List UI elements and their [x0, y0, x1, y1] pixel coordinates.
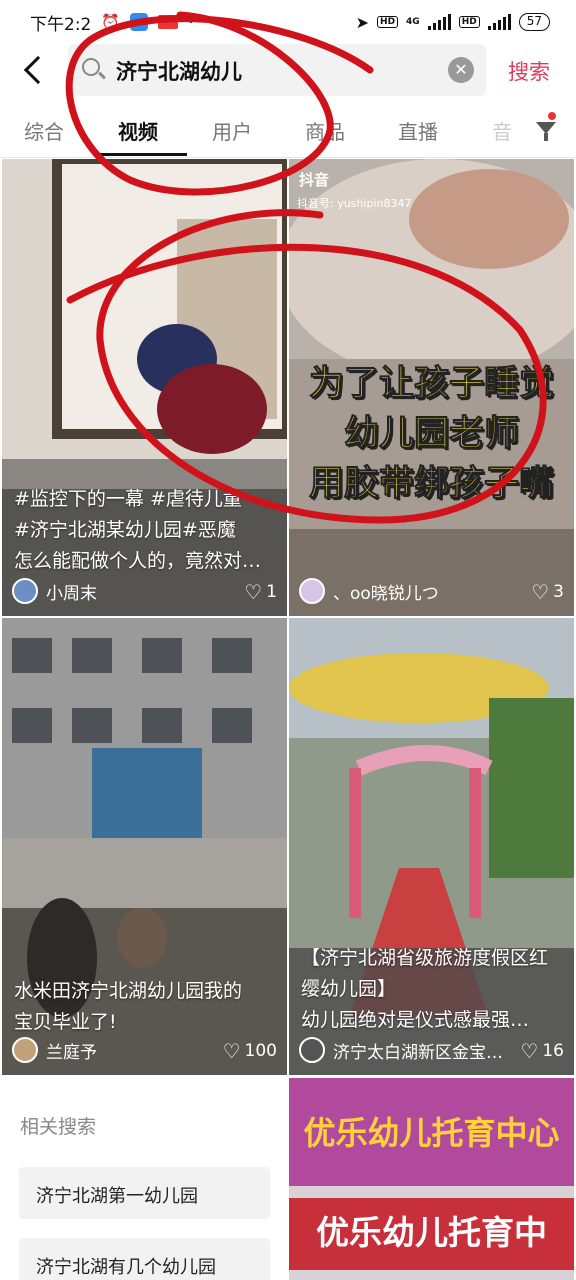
caption-line: 幼儿园绝对是仪式感最强…	[301, 1009, 530, 1031]
author[interactable]: 济宁太白湖新区金宝…	[299, 1037, 503, 1063]
avatar	[12, 1037, 38, 1063]
status-time: 下午2:2	[30, 14, 92, 35]
tab-general[interactable]: 综合	[24, 116, 64, 145]
related-search-item[interactable]: 济宁北湖有几个幼儿园	[19, 1238, 270, 1280]
author-name: 小周末	[46, 583, 97, 604]
platform-logo: 抖音	[299, 171, 330, 189]
filter-notification-dot	[548, 112, 556, 120]
search-query-text: 济宁北湖幼儿	[116, 60, 242, 84]
related-search-title: 相关搜索	[20, 1116, 97, 1138]
dot-icon: •	[188, 16, 194, 28]
avatar	[299, 1037, 325, 1063]
video-card[interactable]: #监控下的一幕 #虐待儿童 #济宁北湖某幼儿园#恶魔 怎么能配做个人的，竟然对……	[2, 159, 287, 616]
divider	[0, 157, 576, 158]
author[interactable]: 、oo晓锐儿つ	[299, 578, 439, 604]
overlay-title-line: 优乐幼儿托育中	[316, 1213, 547, 1252]
likes: ♡ 100	[223, 1039, 277, 1063]
app-notification-icon-2	[158, 15, 179, 29]
network-label: 4G	[406, 17, 420, 27]
heart-icon: ♡	[244, 580, 263, 604]
caption-line: 缨幼儿园】	[301, 978, 397, 1000]
location-icon: ➤	[355, 12, 370, 32]
like-count: 16	[542, 1041, 564, 1061]
video-card[interactable]: 抖音 抖音号: yushipin8347 为了让孩子睡觉 幼儿园老师 用胶带绑孩…	[289, 159, 574, 616]
tab-active-indicator	[93, 153, 187, 156]
status-bar: 下午2:2 ⏰ • ➤ HD 4G HD 57	[0, 0, 576, 44]
search-input[interactable]: 济宁北湖幼儿 ✕	[68, 44, 486, 96]
search-row: 济宁北湖幼儿 ✕ 搜索	[0, 44, 576, 96]
caption-line: 水米田济宁北湖幼儿园我的	[14, 980, 243, 1002]
likes: ♡ 16	[520, 1039, 564, 1063]
video-caption: #监控下的一幕 #虐待儿童 #济宁北湖某幼儿园#恶魔 怎么能配做个人的，竟然对…	[14, 484, 277, 577]
tab-live[interactable]: 直播	[398, 116, 438, 145]
author[interactable]: 小周末	[12, 578, 97, 604]
battery-indicator: 57	[518, 13, 550, 31]
author-name: 济宁太白湖新区金宝…	[333, 1042, 503, 1063]
author-name: 、oo晓锐儿つ	[333, 583, 439, 604]
search-button[interactable]: 搜索	[508, 56, 550, 86]
overlay-title-line: 为了让孩子睡觉	[308, 364, 554, 405]
back-arrow-icon[interactable]	[20, 52, 52, 88]
overlay-title-line: 用胶带绑孩子嘴	[308, 464, 554, 505]
video-caption: 水米田济宁北湖幼儿园我的 宝贝毕业了!	[14, 976, 277, 1038]
like-count: 100	[244, 1041, 277, 1061]
filter-icon[interactable]	[536, 120, 558, 142]
caption-line: #济宁北湖某幼儿园#恶魔	[14, 519, 236, 541]
overlay-title-line: 幼儿园老师	[343, 414, 519, 455]
tab-user[interactable]: 用户	[212, 116, 252, 145]
tab-products[interactable]: 商品	[305, 116, 345, 145]
author-name: 兰庭予	[46, 1042, 97, 1063]
likes: ♡ 1	[244, 580, 277, 604]
search-icon	[82, 58, 100, 76]
caption-line: 宝贝毕业了!	[14, 1011, 117, 1033]
caption-line: 【济宁北湖省级旅游度假区红	[301, 947, 549, 969]
signal-icon	[427, 14, 451, 30]
like-count: 3	[553, 582, 564, 602]
alarm-icon: ⏰	[101, 13, 121, 31]
heart-icon: ♡	[520, 1039, 539, 1063]
clear-icon[interactable]: ✕	[448, 57, 474, 83]
video-card[interactable]: 水米田济宁北湖幼儿园我的 宝贝毕业了! 兰庭予 ♡ 100	[2, 618, 287, 1075]
related-search: 相关搜索 济宁北湖第一幼儿园 济宁北湖有几个幼儿园	[0, 1076, 288, 1280]
video-card[interactable]: 【济宁北湖省级旅游度假区红 缨幼儿园】 幼儿园绝对是仪式感最强… 济宁太白湖新区…	[289, 618, 574, 1075]
heart-icon: ♡	[222, 1039, 241, 1063]
avatar	[299, 578, 325, 604]
avatar	[12, 578, 38, 604]
app-notification-icon	[130, 13, 149, 31]
tab-video[interactable]: 视频	[118, 116, 158, 145]
author[interactable]: 兰庭予	[12, 1037, 97, 1063]
caption-line: #监控下的一幕 #虐待儿童	[14, 488, 242, 510]
like-count: 1	[266, 582, 277, 602]
likes: ♡ 3	[531, 580, 564, 604]
heart-icon: ♡	[531, 580, 550, 604]
related-search-item[interactable]: 济宁北湖第一幼儿园	[19, 1167, 270, 1219]
hd-badge: HD	[377, 16, 399, 28]
tab-bar: 综合 视频 用户 商品 直播 音	[0, 108, 576, 156]
caption-line: 怎么能配做个人的，竟然对…	[14, 550, 262, 572]
overlay-title-line: 优乐幼儿托育中心	[303, 1114, 560, 1152]
signal-icon-2	[487, 14, 511, 30]
platform-id: 抖音号: yushipin8347	[297, 197, 412, 210]
tab-music[interactable]: 音	[492, 116, 512, 145]
hd-badge-2: HD	[458, 16, 480, 28]
video-card[interactable]: 优乐幼儿托育中心 优乐幼儿托育中	[289, 1078, 574, 1280]
video-caption: 【济宁北湖省级旅游度假区红 缨幼儿园】 幼儿园绝对是仪式感最强…	[301, 943, 564, 1036]
